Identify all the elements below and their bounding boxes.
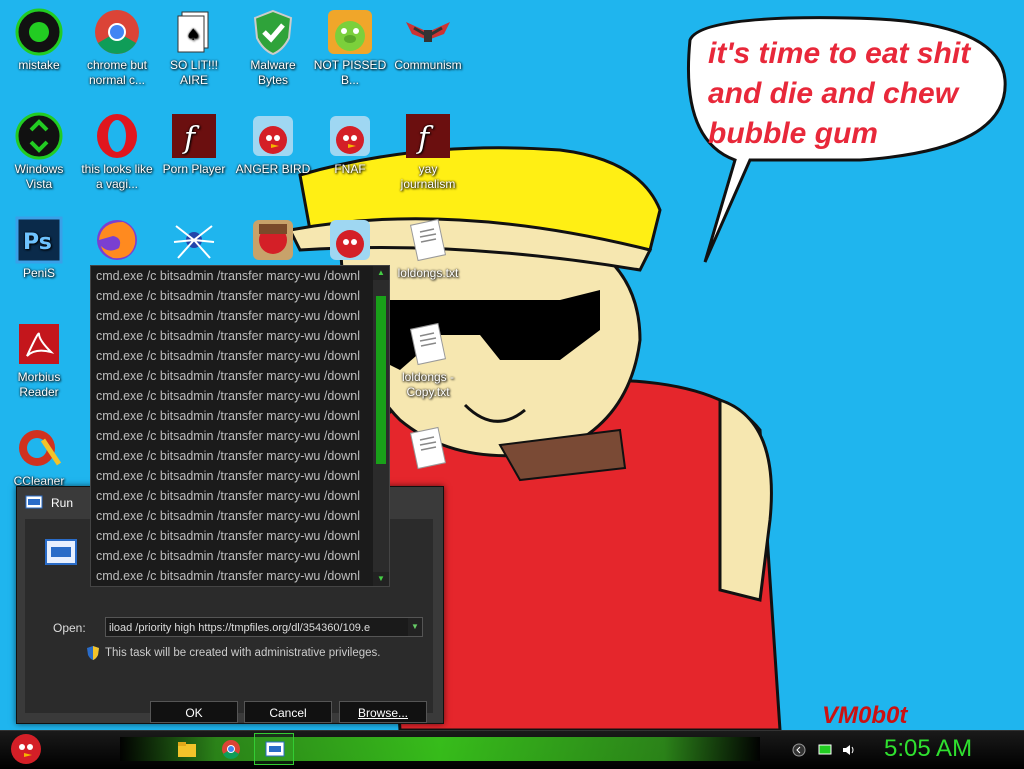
cancel-button[interactable]: Cancel xyxy=(244,701,332,723)
svg-text:Ps: Ps xyxy=(23,230,52,255)
taskbar: 5:05 AM xyxy=(0,730,1024,769)
desktop-icon-penis[interactable]: Ps PeniS xyxy=(1,216,77,281)
shield-check-icon xyxy=(253,9,293,56)
ccleaner-icon xyxy=(19,430,62,466)
desktop-icon-anger-bird[interactable]: ANGER BIRD xyxy=(235,112,311,177)
photoshop-icon: Ps xyxy=(15,216,63,264)
desktop-icon-windows-vista[interactable]: Windows Vista xyxy=(1,112,77,192)
taskbar-glow xyxy=(120,737,760,761)
pig-icon xyxy=(328,10,372,54)
open-label: Open: xyxy=(53,621,86,635)
desktop-icon-loldongs-txt[interactable]: loldongs.txt xyxy=(390,216,466,281)
desktop-icon-loldongs-copy-2[interactable] xyxy=(390,424,466,474)
admin-note: This task will be created with administr… xyxy=(87,646,380,660)
angry-bird-icon xyxy=(330,116,370,156)
taskbar-clock[interactable]: 5:05 AM xyxy=(884,735,972,763)
green-orb-icon xyxy=(15,8,63,56)
cards-icon: ♠ xyxy=(177,11,209,53)
flash-icon: f xyxy=(172,114,216,158)
history-item[interactable]: cmd.exe /c bitsadmin /transfer marcy-wu … xyxy=(91,406,374,426)
desktop-icon-communism[interactable]: Communism xyxy=(390,8,466,73)
opera-icon xyxy=(97,114,137,158)
show-hidden-icons-icon[interactable] xyxy=(792,743,806,757)
bubble-line-3: bubble gum xyxy=(708,117,878,150)
desktop-icon-loldongs-copy[interactable]: loldongs - Copy.txt xyxy=(390,320,466,400)
run-taskbar-icon xyxy=(265,741,285,757)
speech-bubble-text: it's time to eat shit and die and chew b… xyxy=(708,34,970,154)
desktop-icon-solitaire[interactable]: ♠ SO LIT!!! AIRE xyxy=(156,8,232,88)
start-button-angry-bird-icon[interactable] xyxy=(6,727,46,767)
scroll-down-icon[interactable]: ▼ xyxy=(373,572,389,586)
scroll-up-icon[interactable]: ▲ xyxy=(373,266,389,280)
desktop-icon-porn-player[interactable]: f Porn Player xyxy=(156,112,232,177)
angry-bird-icon xyxy=(253,220,293,260)
history-item[interactable]: cmd.exe /c bitsadmin /transfer marcy-wu … xyxy=(91,326,374,346)
desktop-icon-opera[interactable]: this looks like a vagi... xyxy=(79,112,155,192)
history-item[interactable]: cmd.exe /c bitsadmin /transfer marcy-wu … xyxy=(91,346,374,366)
history-item[interactable]: cmd.exe /c bitsadmin /transfer marcy-wu … xyxy=(91,266,374,286)
wings-emblem-icon xyxy=(406,22,450,42)
ok-button[interactable]: OK xyxy=(150,701,238,723)
firefox-icon xyxy=(97,220,137,260)
file-explorer-icon[interactable] xyxy=(176,739,198,759)
open-input-value: iload /priority high https://tmpfiles.or… xyxy=(109,622,371,634)
watermark: VM0b0t xyxy=(822,702,908,729)
history-item[interactable]: cmd.exe /c bitsadmin /transfer marcy-wu … xyxy=(91,486,374,506)
bubble-line-2: and die and chew xyxy=(708,77,959,110)
run-taskbar-button[interactable] xyxy=(254,733,294,765)
history-items: cmd.exe /c bitsadmin /transfer marcy-wu … xyxy=(91,266,389,586)
browse-button[interactable]: Browse... xyxy=(339,701,427,723)
chrome-taskbar-icon[interactable] xyxy=(220,739,242,759)
bubble-line-1: it's time to eat shit xyxy=(708,37,971,70)
history-item[interactable]: cmd.exe /c bitsadmin /transfer marcy-wu … xyxy=(91,446,374,466)
history-item[interactable]: cmd.exe /c bitsadmin /transfer marcy-wu … xyxy=(91,306,374,326)
run-large-icon xyxy=(45,539,77,565)
angry-bird-icon xyxy=(330,220,370,260)
desktop-icon-morbius-reader[interactable]: Morbius Reader xyxy=(1,320,77,400)
desktop-icon-yay-journalism[interactable]: f yay journalism xyxy=(390,112,466,192)
desktop-icon-mistake[interactable]: mistake xyxy=(1,8,77,73)
flash-icon: f xyxy=(406,114,450,158)
desktop-icon-firefox[interactable] xyxy=(79,216,155,266)
desktop-icon-angry-birds[interactable] xyxy=(312,216,388,266)
network-icon[interactable] xyxy=(818,743,832,757)
desktop-icon-spider-solitaire[interactable] xyxy=(156,216,232,266)
uac-shield-icon xyxy=(87,646,99,660)
run-dialog-title: Run xyxy=(51,496,74,510)
open-input[interactable]: iload /priority high https://tmpfiles.or… xyxy=(105,617,423,637)
history-item[interactable]: cmd.exe /c bitsadmin /transfer marcy-wu … xyxy=(91,466,374,486)
history-item[interactable]: cmd.exe /c bitsadmin /transfer marcy-wu … xyxy=(91,386,374,406)
desktop-icon-fnaf[interactable]: FNAF xyxy=(312,112,388,177)
history-item[interactable]: cmd.exe /c bitsadmin /transfer marcy-wu … xyxy=(91,566,374,586)
history-item[interactable]: cmd.exe /c bitsadmin /transfer marcy-wu … xyxy=(91,426,374,446)
text-file-icon xyxy=(409,426,447,470)
chrome-icon xyxy=(95,10,139,54)
run-icon xyxy=(25,495,43,509)
scrollbar[interactable]: ▲ ▼ xyxy=(373,266,389,586)
run-history-dropdown[interactable]: cmd.exe /c bitsadmin /transfer marcy-wu … xyxy=(90,265,390,587)
history-item[interactable]: cmd.exe /c bitsadmin /transfer marcy-wu … xyxy=(91,366,374,386)
history-item[interactable]: cmd.exe /c bitsadmin /transfer marcy-wu … xyxy=(91,286,374,306)
chevron-down-icon[interactable]: ▼ xyxy=(408,618,422,636)
desktop-icon-malwarebytes[interactable]: Malware Bytes xyxy=(235,8,311,88)
angry-bird-icon xyxy=(253,116,293,156)
desktop-icon-angry-birds-seasons[interactable] xyxy=(235,216,311,266)
desktop-icon-chrome[interactable]: chrome but normal c... xyxy=(79,8,155,88)
text-file-icon xyxy=(409,218,447,262)
desktop-icon-not-pissed[interactable]: NOT PISSED B... xyxy=(312,8,388,88)
volume-icon[interactable] xyxy=(842,743,856,757)
history-item[interactable]: cmd.exe /c bitsadmin /transfer marcy-wu … xyxy=(91,546,374,566)
desktop-icon-ccleaner[interactable]: CCleaner xyxy=(1,424,77,489)
text-file-icon xyxy=(409,322,447,366)
recycle-orb-icon xyxy=(15,112,63,160)
history-item[interactable]: cmd.exe /c bitsadmin /transfer marcy-wu … xyxy=(91,526,374,546)
svg-text:♠: ♠ xyxy=(186,25,200,44)
pdf-icon xyxy=(19,324,59,364)
scrollbar-thumb[interactable] xyxy=(376,296,386,464)
history-item[interactable]: cmd.exe /c bitsadmin /transfer marcy-wu … xyxy=(91,506,374,526)
spider-icon xyxy=(173,225,215,259)
